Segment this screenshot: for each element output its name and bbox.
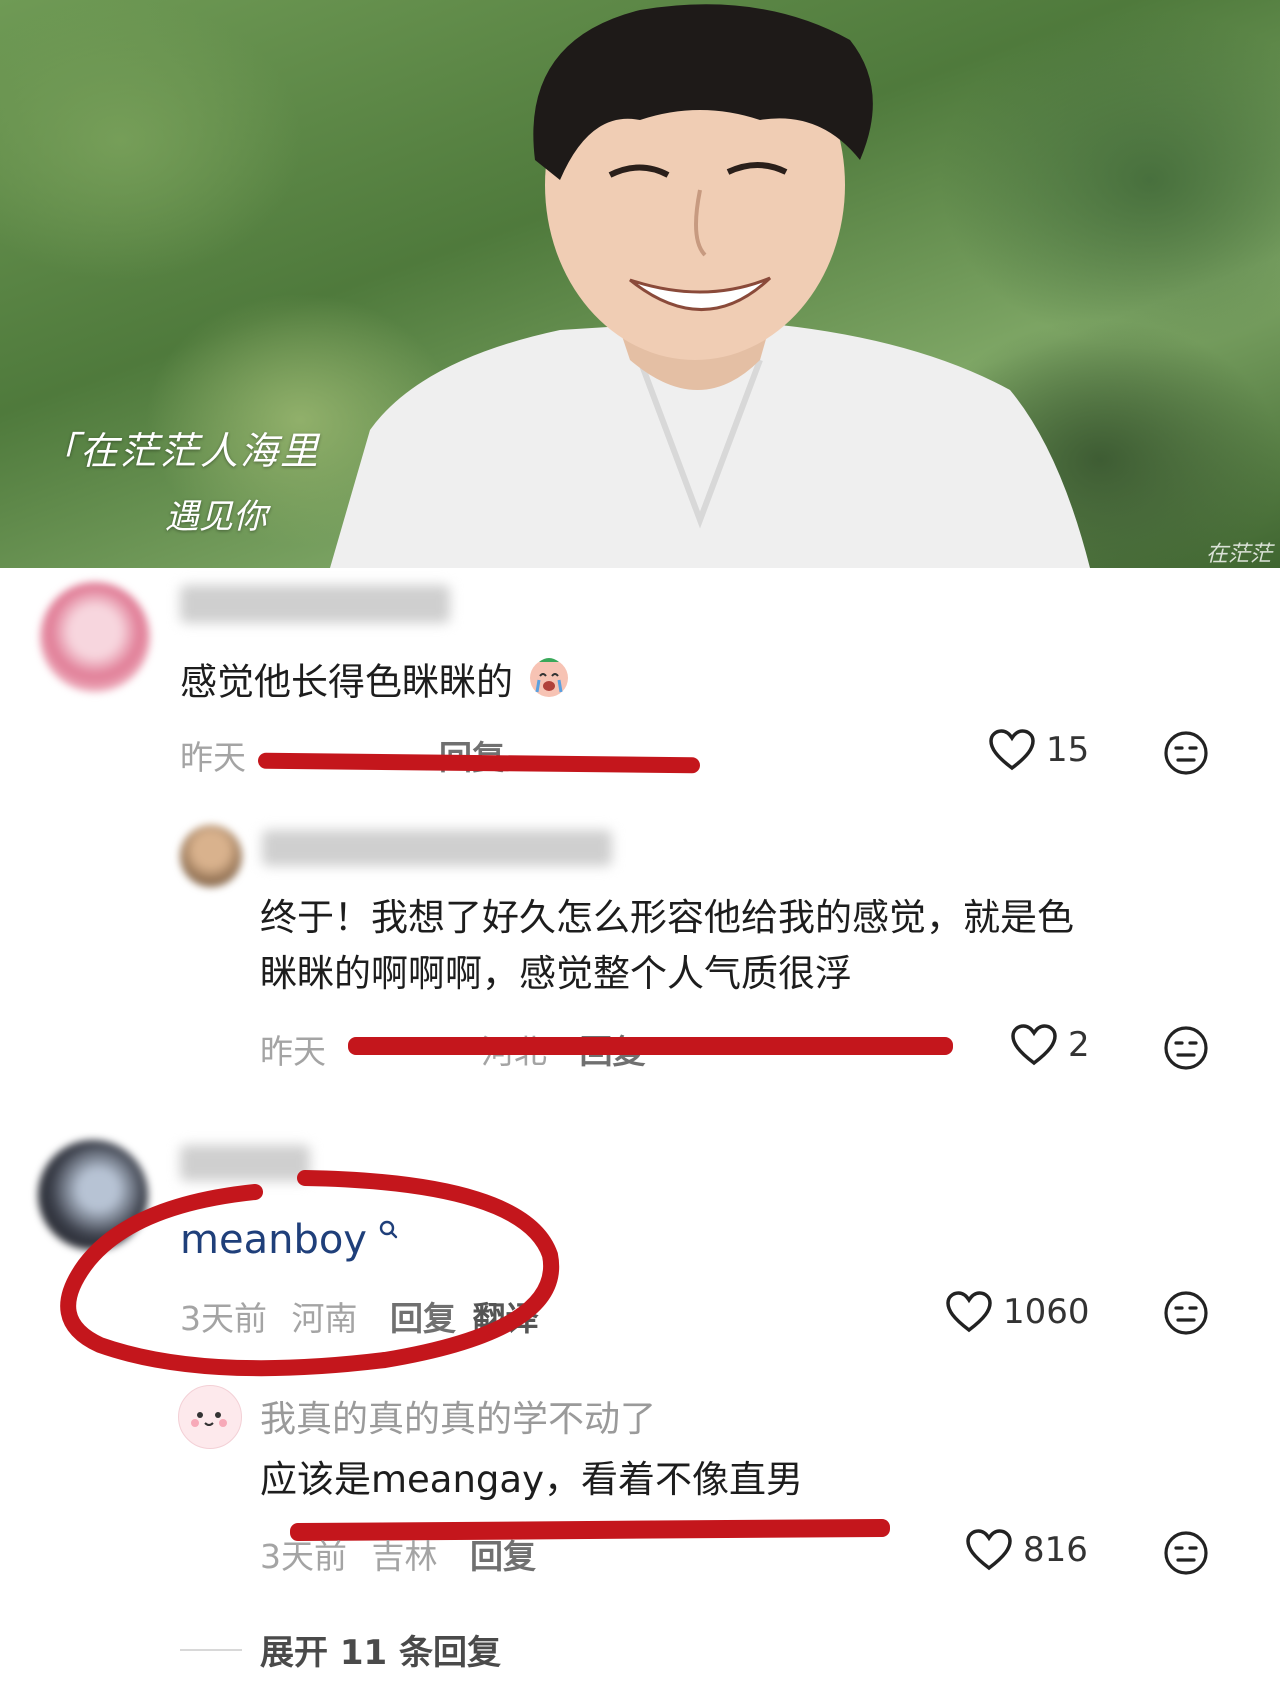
heart-icon — [946, 1291, 992, 1333]
like-button[interactable]: 816 — [965, 1528, 1088, 1572]
reply-text: 应该是meangay，看着不像直男 — [260, 1458, 803, 1501]
meh-face-icon[interactable] — [1163, 1530, 1209, 1576]
avatar-face-icon — [191, 1412, 227, 1427]
avatar[interactable] — [40, 582, 150, 692]
like-button[interactable]: 15 — [988, 728, 1089, 772]
reply-time: 3天前 — [260, 1537, 347, 1576]
meh-face-icon[interactable] — [1163, 1290, 1209, 1336]
expand-replies-button[interactable]: 展开 11 条回复 — [180, 1625, 501, 1674]
expand-replies-label: 展开 11 条回复 — [260, 1633, 501, 1673]
like-count: 2 — [1068, 1025, 1090, 1065]
red-underline-annotation — [348, 1037, 953, 1055]
like-button[interactable]: 1060 — [945, 1290, 1090, 1334]
caption-line-2: 遇见你 — [165, 497, 267, 537]
avatar[interactable] — [180, 825, 242, 887]
video-caption: 「在茫茫人海里 遇见你 — [40, 420, 320, 538]
reply-username[interactable]: 我真的真的真的学不动了 — [260, 1390, 656, 1442]
reply-text: 终于！我想了好久怎么形容他给我的感觉，就是色 眯眯的啊啊啊，感觉整个人气质很浮 — [260, 896, 1074, 995]
like-count: 15 — [1046, 730, 1090, 770]
emoji-icon — [525, 652, 573, 716]
red-circle-annotation — [60, 1170, 560, 1377]
comment-text: 感觉他长得色眯眯的 — [180, 652, 573, 716]
reply-meta: 3天前 吉林 回复 — [260, 1530, 536, 1578]
reply-time: 昨天 — [260, 1032, 326, 1071]
username-blurred[interactable] — [180, 585, 450, 623]
video-frame[interactable]: 「在茫茫人海里 遇见你 在茫茫 — [0, 0, 1280, 568]
meh-face-icon[interactable] — [1163, 730, 1209, 776]
channel-watermark: 在茫茫 — [1205, 542, 1272, 567]
caption-line-1: 「在茫茫人海里 — [40, 429, 321, 473]
divider — [180, 1648, 242, 1651]
username-blurred[interactable] — [262, 830, 612, 866]
reply-location: 吉林 — [371, 1537, 438, 1576]
meh-face-icon[interactable] — [1163, 1025, 1209, 1071]
heart-icon — [966, 1529, 1012, 1571]
reply-button[interactable]: 回复 — [470, 1537, 536, 1576]
like-button[interactable]: 2 — [1010, 1023, 1090, 1067]
heart-icon — [1011, 1024, 1057, 1066]
heart-icon — [989, 729, 1035, 771]
comment-time: 昨天 — [180, 738, 246, 777]
like-count: 1060 — [1003, 1292, 1090, 1332]
like-count: 816 — [1023, 1530, 1088, 1570]
